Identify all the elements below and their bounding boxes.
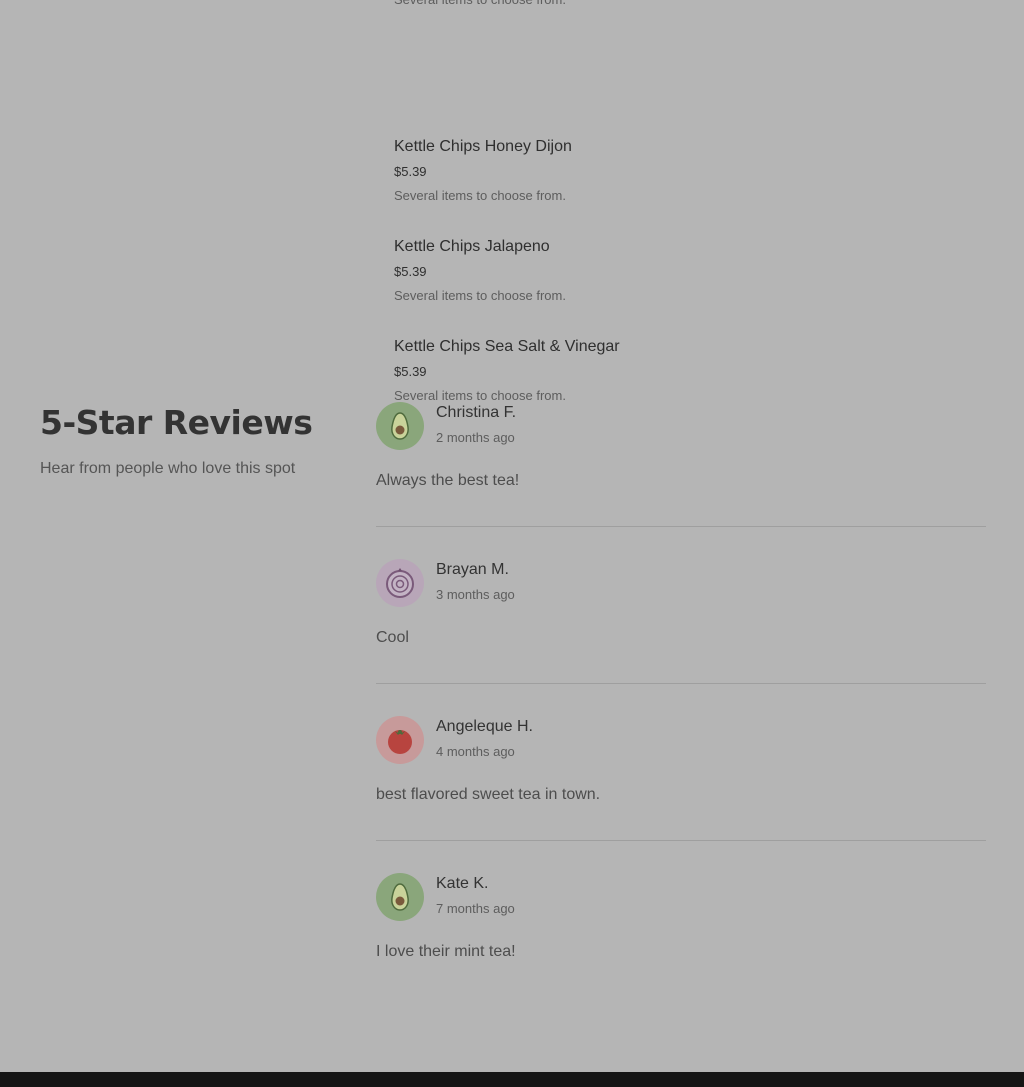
review-divider bbox=[376, 526, 986, 527]
tomato-icon bbox=[376, 716, 424, 764]
review-item: Angeleque H. 4 months ago best flavored … bbox=[376, 716, 986, 873]
review-time: 2 months ago bbox=[436, 430, 515, 445]
avocado-icon bbox=[376, 873, 424, 921]
reviews-heading: 5-Star Reviews bbox=[40, 403, 313, 442]
menu-item-name: Kettle Chips Sea Salt & Vinegar bbox=[394, 338, 620, 355]
review-time: 7 months ago bbox=[436, 901, 515, 916]
review-author: Angeleque H. bbox=[436, 718, 533, 735]
review-author: Christina F. bbox=[436, 404, 517, 421]
review-item: Brayan M. 3 months ago Cool bbox=[376, 559, 986, 716]
menu-item-name: Kettle Chips Jalapeno bbox=[394, 238, 550, 255]
review-time: 3 months ago bbox=[436, 587, 515, 602]
review-text: Cool bbox=[376, 629, 409, 646]
footer-bar bbox=[0, 1072, 1024, 1087]
menu-item[interactable]: Kettle Chips Sea Salt & Vinegar $5.39 Se… bbox=[394, 272, 994, 403]
review-text: best flavored sweet tea in town. bbox=[376, 786, 601, 803]
reviews-subheading: Hear from people who love this spot bbox=[40, 460, 296, 477]
menu-item[interactable]: Kettle Chips Honey Dijon $5.39 Several i… bbox=[394, 72, 994, 203]
review-item: Christina F. 2 months ago Always the bes… bbox=[376, 402, 986, 559]
menu-item-price: $5.39 bbox=[394, 364, 427, 379]
review-item: Kate K. 7 months ago I love their mint t… bbox=[376, 873, 986, 1030]
review-author: Kate K. bbox=[436, 875, 489, 892]
review-text: I love their mint tea! bbox=[376, 943, 516, 960]
page: Several items to choose from. Kettle Chi… bbox=[0, 0, 1024, 1087]
menu-item[interactable]: Kettle Chips Jalapeno $5.39 Several item… bbox=[394, 172, 994, 303]
menu-item-name: Kettle Chips Honey Dijon bbox=[394, 138, 572, 155]
avocado-icon bbox=[376, 402, 424, 450]
menu-item-list: Several items to choose from. Kettle Chi… bbox=[394, 0, 994, 403]
menu-item[interactable]: Several items to choose from. bbox=[394, 0, 994, 72]
review-list: Christina F. 2 months ago Always the bes… bbox=[376, 402, 986, 1030]
onion-icon bbox=[376, 559, 424, 607]
review-time: 4 months ago bbox=[436, 744, 515, 759]
menu-item-description: Several items to choose from. bbox=[394, 0, 566, 8]
review-author: Brayan M. bbox=[436, 561, 509, 578]
review-divider bbox=[376, 840, 986, 841]
review-text: Always the best tea! bbox=[376, 472, 520, 489]
review-divider bbox=[376, 683, 986, 684]
